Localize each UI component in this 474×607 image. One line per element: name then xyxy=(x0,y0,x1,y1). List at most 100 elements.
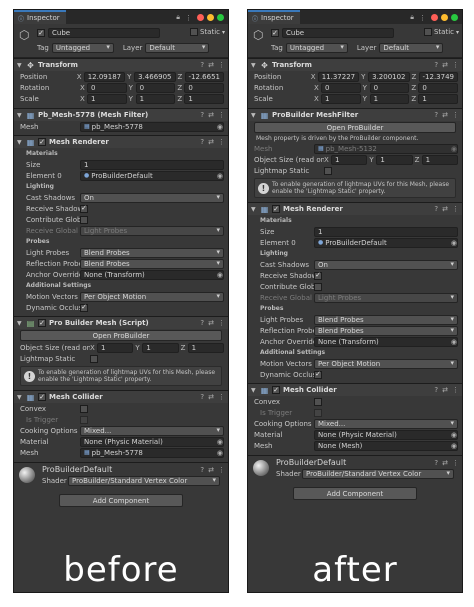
position-x-field[interactable]: 12.09187 xyxy=(83,71,126,82)
help-icon[interactable]: ? xyxy=(200,393,204,401)
minimize-dot-icon[interactable] xyxy=(207,14,214,21)
preset-icon[interactable]: ⇄ xyxy=(442,205,448,213)
reflection-probes-dropdown[interactable]: Blend Probes xyxy=(80,258,224,269)
help-icon[interactable]: ? xyxy=(200,61,204,69)
component-header-mesh-renderer[interactable]: ▼ ▦ ✓ Mesh Renderer ? ⇄ ⋮ xyxy=(14,135,228,148)
lock-icon[interactable]: 🔒︎ xyxy=(176,13,180,22)
light-probes-dropdown[interactable]: Blend Probes xyxy=(314,314,458,325)
context-menu-icon[interactable]: ⋮ xyxy=(218,111,225,119)
add-component-button[interactable]: Add Component xyxy=(59,494,183,507)
help-icon[interactable]: ? xyxy=(434,386,438,394)
object-name-input[interactable]: Cube xyxy=(48,28,160,38)
foldout-icon[interactable]: ▼ xyxy=(251,387,257,394)
context-menu-icon[interactable]: ⋮ xyxy=(218,466,225,474)
component-header-probuilder-meshfilter[interactable]: ▼ ▦ ProBuilder MeshFilter ? ⇄ ⋮ xyxy=(248,108,462,121)
collider-mesh-field[interactable]: None (Mesh) xyxy=(314,440,458,451)
size-y-field[interactable]: 1 xyxy=(142,342,179,353)
cast-shadows-dropdown[interactable]: On xyxy=(314,259,458,270)
menu-icon[interactable]: ⋮ xyxy=(419,14,426,22)
convex-checkbox[interactable] xyxy=(314,397,322,406)
size-x-field[interactable]: 1 xyxy=(97,342,134,353)
scale-y-field[interactable]: 1 xyxy=(369,93,410,104)
chevron-down-icon[interactable]: ▾ xyxy=(456,29,459,36)
tag-dropdown[interactable]: Untagged xyxy=(285,43,348,53)
element0-object-field[interactable]: ● ProBuilderDefault xyxy=(80,170,224,181)
collider-material-field[interactable]: None (Physic Material) xyxy=(314,429,458,440)
context-menu-icon[interactable]: ⋮ xyxy=(452,459,459,467)
element0-object-field[interactable]: ● ProBuilderDefault xyxy=(314,237,458,248)
help-icon[interactable]: ? xyxy=(434,205,438,213)
position-y-field[interactable]: 3.466905 xyxy=(134,71,176,82)
materials-foldout[interactable]: Materials xyxy=(248,215,462,226)
scale-x-field[interactable]: 1 xyxy=(87,93,127,104)
probes-foldout[interactable]: Probes xyxy=(248,303,462,314)
object-name-input[interactable]: Cube xyxy=(282,28,394,38)
menu-icon[interactable]: ⋮ xyxy=(185,14,192,22)
position-z-field[interactable]: -12.6651 xyxy=(184,71,224,82)
rotation-x-field[interactable]: 0 xyxy=(321,82,361,93)
context-menu-icon[interactable]: ⋮ xyxy=(218,319,225,327)
component-header-mesh-renderer[interactable]: ▼ ▦ ✓ Mesh Renderer ? ⇄ ⋮ xyxy=(248,202,462,215)
maximize-dot-icon[interactable] xyxy=(217,14,224,21)
help-icon[interactable]: ? xyxy=(200,111,204,119)
convex-checkbox[interactable] xyxy=(80,404,88,413)
lock-icon[interactable]: 🔒︎ xyxy=(410,13,414,22)
context-menu-icon[interactable]: ⋮ xyxy=(218,393,225,401)
contribute-gi-checkbox[interactable] xyxy=(314,282,322,291)
motion-vectors-dropdown[interactable]: Per Object Motion xyxy=(80,291,224,302)
foldout-icon[interactable]: ▼ xyxy=(17,139,23,146)
chevron-down-icon[interactable]: ▾ xyxy=(222,29,225,36)
lightmap-static-checkbox[interactable] xyxy=(90,354,98,363)
scale-z-field[interactable]: 1 xyxy=(184,93,225,104)
object-picker-icon[interactable]: ◉ xyxy=(451,442,457,450)
foldout-icon[interactable]: ▼ xyxy=(17,62,23,69)
component-enabled-checkbox[interactable]: ✓ xyxy=(38,393,46,401)
open-probuilder-button[interactable]: Open ProBuilder xyxy=(20,330,222,341)
layer-dropdown[interactable]: Default xyxy=(145,43,210,53)
cooking-options-dropdown[interactable]: Mixed... xyxy=(80,425,224,436)
layer-dropdown[interactable]: Default xyxy=(379,43,444,53)
rotation-z-field[interactable]: 0 xyxy=(184,82,225,93)
object-picker-icon[interactable]: ◉ xyxy=(217,172,223,180)
lightmap-static-checkbox[interactable] xyxy=(324,166,332,175)
close-dot-icon[interactable] xyxy=(431,14,438,21)
tab-inspector[interactable]: ⓘ Inspector xyxy=(248,10,300,24)
help-icon[interactable]: ? xyxy=(434,111,438,119)
component-header-mesh-collider[interactable]: ▼ ▦ ✓ Mesh Collider ? ⇄ ⋮ xyxy=(248,383,462,396)
context-menu-icon[interactable]: ⋮ xyxy=(218,138,225,146)
size-field[interactable]: 1 xyxy=(314,226,458,237)
static-checkbox[interactable] xyxy=(189,28,198,36)
object-picker-icon[interactable]: ◉ xyxy=(217,449,223,457)
context-menu-icon[interactable]: ⋮ xyxy=(452,205,459,213)
preset-icon[interactable]: ⇄ xyxy=(208,466,214,474)
static-checkbox[interactable] xyxy=(423,28,432,36)
preset-icon[interactable]: ⇄ xyxy=(208,111,214,119)
dynamic-occlusion-checkbox[interactable]: ✓ xyxy=(80,303,88,312)
size-y-field[interactable]: 1 xyxy=(376,154,413,165)
materials-foldout[interactable]: Materials xyxy=(14,148,228,159)
component-header-mesh-filter[interactable]: ▼ ▦ Pb_Mesh-5778 (Mesh Filter) ? ⇄ ⋮ xyxy=(14,108,228,121)
component-header-pro-builder-mesh[interactable]: ▼ ▤ ✓ Pro Builder Mesh (Script) ? ⇄ ⋮ xyxy=(14,316,228,329)
static-toggle[interactable]: Static ▾ xyxy=(189,28,225,36)
position-z-field[interactable]: -12.3749 xyxy=(418,71,458,82)
light-probes-dropdown[interactable]: Blend Probes xyxy=(80,247,224,258)
shader-dropdown[interactable]: ProBuilder/Standard Vertex Color xyxy=(302,469,454,479)
collider-material-field[interactable]: None (Physic Material) xyxy=(80,436,224,447)
component-enabled-checkbox[interactable]: ✓ xyxy=(272,205,280,213)
component-enabled-checkbox[interactable]: ✓ xyxy=(38,138,46,146)
motion-vectors-dropdown[interactable]: Per Object Motion xyxy=(314,358,458,369)
size-z-field[interactable]: 1 xyxy=(187,342,224,353)
preset-icon[interactable]: ⇄ xyxy=(208,319,214,327)
scale-x-field[interactable]: 1 xyxy=(321,93,361,104)
open-probuilder-button[interactable]: Open ProBuilder xyxy=(254,122,456,133)
probes-foldout[interactable]: Probes xyxy=(14,236,228,247)
rotation-y-field[interactable]: 0 xyxy=(135,82,176,93)
lighting-foldout[interactable]: Lighting xyxy=(14,181,228,192)
help-icon[interactable]: ? xyxy=(200,466,204,474)
position-x-field[interactable]: 11.37227 xyxy=(317,71,360,82)
object-picker-icon[interactable]: ◉ xyxy=(451,338,457,346)
foldout-icon[interactable]: ▼ xyxy=(17,320,23,327)
help-icon[interactable]: ? xyxy=(434,459,438,467)
preset-icon[interactable]: ⇄ xyxy=(442,459,448,467)
active-checkbox[interactable]: ✓ xyxy=(37,29,45,37)
